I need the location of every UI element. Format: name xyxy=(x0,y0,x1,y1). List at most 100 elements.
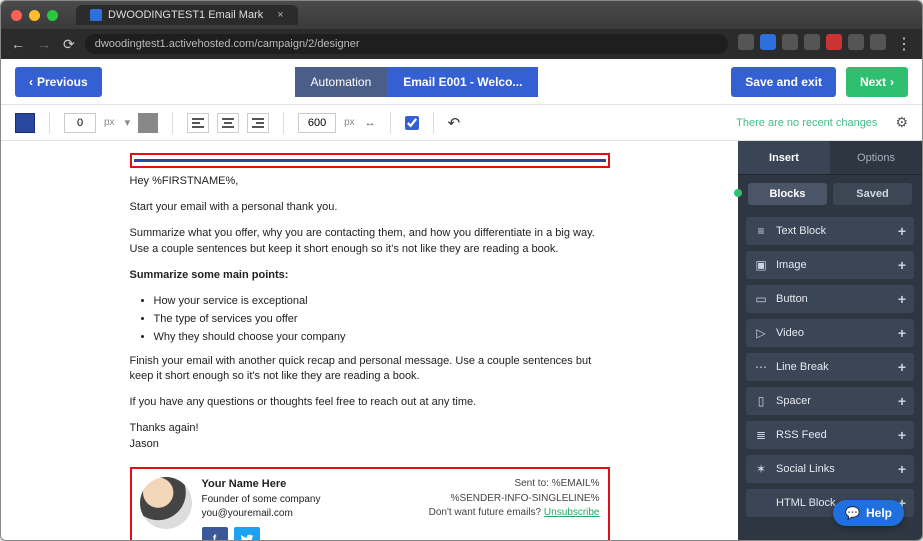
window-titlebar: DWOODINGTEST1 Email Mark × xyxy=(1,1,922,29)
email-canvas[interactable]: Hey %FIRSTNAME%, Start your email with a… xyxy=(1,141,738,540)
back-icon[interactable]: ← xyxy=(11,36,25,53)
plus-icon: + xyxy=(898,359,906,375)
chevron-left-icon: ‹ xyxy=(29,75,33,89)
border-color-swatch[interactable] xyxy=(138,113,158,133)
expand-width-icon[interactable]: ↔ xyxy=(365,117,376,129)
bg-color-swatch[interactable] xyxy=(15,113,35,133)
email-body[interactable]: If you have any questions or thoughts fe… xyxy=(130,395,610,411)
block-text-block[interactable]: ≡ Text Block + xyxy=(746,217,914,245)
email-points-heading[interactable]: Summarize some main points: xyxy=(130,268,610,284)
plus-icon: + xyxy=(898,291,906,307)
url-text: dwoodingtest1.activehosted.com/campaign/… xyxy=(95,38,360,50)
block-image[interactable]: ▣Image+ xyxy=(746,251,914,279)
extension-icon[interactable] xyxy=(760,34,776,50)
block-icon: ▣ xyxy=(754,258,768,272)
signature-footer[interactable]: Sent to: %EMAIL% %SENDER-INFO-SINGLELINE… xyxy=(429,477,600,521)
unsubscribe-link[interactable]: Unsubscribe xyxy=(544,507,600,518)
minimize-window-icon[interactable] xyxy=(29,10,40,21)
plus-icon: + xyxy=(898,325,906,341)
block-spacer[interactable]: ▯Spacer+ xyxy=(746,387,914,415)
extension-icon[interactable] xyxy=(870,34,886,50)
reload-icon[interactable]: ⟳ xyxy=(63,36,75,53)
extension-icon[interactable] xyxy=(826,34,842,50)
block-label: Button xyxy=(776,293,890,305)
signature-info[interactable]: Your Name Here Founder of some company y… xyxy=(202,477,321,540)
signature-role: Founder of some company xyxy=(202,494,321,505)
border-width-input[interactable] xyxy=(64,113,96,133)
browser-urlbar: ← → ⟳ dwoodingtest1.activehosted.com/cam… xyxy=(1,29,922,59)
facebook-icon[interactable]: f xyxy=(202,527,228,540)
extension-icon[interactable] xyxy=(848,34,864,50)
block-icon: ▭ xyxy=(754,292,768,306)
chat-icon: 💬 xyxy=(845,506,860,520)
unit-label: px xyxy=(344,117,355,128)
notification-dot-icon xyxy=(734,189,742,197)
width-input[interactable] xyxy=(298,113,336,133)
block-label: Video xyxy=(776,327,890,339)
close-tab-icon[interactable]: × xyxy=(277,9,283,21)
right-panel: Insert Options Blocks Saved ≡ Text Block +… xyxy=(738,141,922,540)
align-left-button[interactable] xyxy=(187,113,209,133)
unit-label: px xyxy=(104,117,115,128)
maximize-window-icon[interactable] xyxy=(47,10,58,21)
block-icon xyxy=(754,496,768,510)
plus-icon: + xyxy=(898,223,906,239)
subtab-saved[interactable]: Saved xyxy=(833,183,912,205)
tab-favicon-icon xyxy=(90,9,102,21)
block-rss-feed[interactable]: ≣RSS Feed+ xyxy=(746,421,914,449)
avatar[interactable] xyxy=(140,477,192,529)
panel-tab-insert[interactable]: Insert xyxy=(738,141,830,174)
email-greeting[interactable]: Hey %FIRSTNAME%, xyxy=(130,174,610,190)
block-icon: ✶ xyxy=(754,462,768,476)
align-right-button[interactable] xyxy=(247,113,269,133)
menu-icon[interactable]: ⋮ xyxy=(896,34,912,54)
format-toolbar: px ▾ px ↔ ↶ There are no recent changes … xyxy=(1,105,922,141)
plus-icon: + xyxy=(898,257,906,273)
previous-button[interactable]: ‹ Previous xyxy=(15,67,102,97)
url-field[interactable]: dwoodingtest1.activehosted.com/campaign/… xyxy=(85,34,728,54)
email-points-list[interactable]: How your service is exceptional The type… xyxy=(154,294,610,346)
list-item[interactable]: The type of services you offer xyxy=(154,312,610,328)
block-button[interactable]: ▭ Button + xyxy=(746,285,914,313)
breadcrumb-campaign[interactable]: Email E001 - Welco... xyxy=(387,67,538,97)
block-label: Social Links xyxy=(776,463,890,475)
block-icon: ≡ xyxy=(754,224,768,238)
divider-line[interactable] xyxy=(134,159,606,162)
block-icon: ▯ xyxy=(754,394,768,408)
align-center-button[interactable] xyxy=(217,113,239,133)
subtab-blocks[interactable]: Blocks xyxy=(748,183,827,205)
extension-icon[interactable] xyxy=(738,34,754,50)
browser-tab[interactable]: DWOODINGTEST1 Email Mark × xyxy=(76,5,298,25)
tab-title: DWOODINGTEST1 Email Mark xyxy=(108,9,263,21)
twitter-icon[interactable] xyxy=(234,527,260,540)
help-button[interactable]: 💬 Help xyxy=(833,500,904,526)
undo-icon[interactable]: ↶ xyxy=(448,114,461,132)
extension-icon[interactable] xyxy=(804,34,820,50)
block-line-break[interactable]: ⋯Line Break+ xyxy=(746,353,914,381)
email-intro[interactable]: Start your email with a personal thank y… xyxy=(130,200,610,216)
forward-icon[interactable]: → xyxy=(37,36,51,53)
email-closing[interactable]: Thanks again! Jason xyxy=(130,421,610,453)
close-window-icon[interactable] xyxy=(11,10,22,21)
email-body[interactable]: Summarize what you offer, why you are co… xyxy=(130,226,610,258)
block-social-links[interactable]: ✶Social Links+ xyxy=(746,455,914,483)
highlight-header-block xyxy=(130,153,610,168)
next-button[interactable]: Next › xyxy=(846,67,908,97)
block-video[interactable]: ▷Video+ xyxy=(746,319,914,347)
breadcrumb-automation[interactable]: Automation xyxy=(295,67,388,97)
extension-icon[interactable] xyxy=(782,34,798,50)
block-palette: ≡Text Block+▣Image+▭Button+▷Video+⋯Line … xyxy=(738,213,922,531)
block-label: RSS Feed xyxy=(776,429,890,441)
panel-tab-options[interactable]: Options xyxy=(830,141,922,174)
block-icon: ≣ xyxy=(754,428,768,442)
save-and-exit-button[interactable]: Save and exit xyxy=(731,67,836,97)
email-body[interactable]: Finish your email with another quick rec… xyxy=(130,354,610,386)
block-label: Line Break xyxy=(776,361,890,373)
list-item[interactable]: Why they should choose your company xyxy=(154,330,610,346)
block-label: Text Block xyxy=(776,225,890,237)
block-label: Spacer xyxy=(776,395,890,407)
dropdown-icon[interactable]: ▾ xyxy=(125,116,131,129)
settings-gear-icon[interactable]: ⚙ xyxy=(895,114,908,131)
list-item[interactable]: How your service is exceptional xyxy=(154,294,610,310)
responsive-checkbox[interactable] xyxy=(405,116,419,130)
